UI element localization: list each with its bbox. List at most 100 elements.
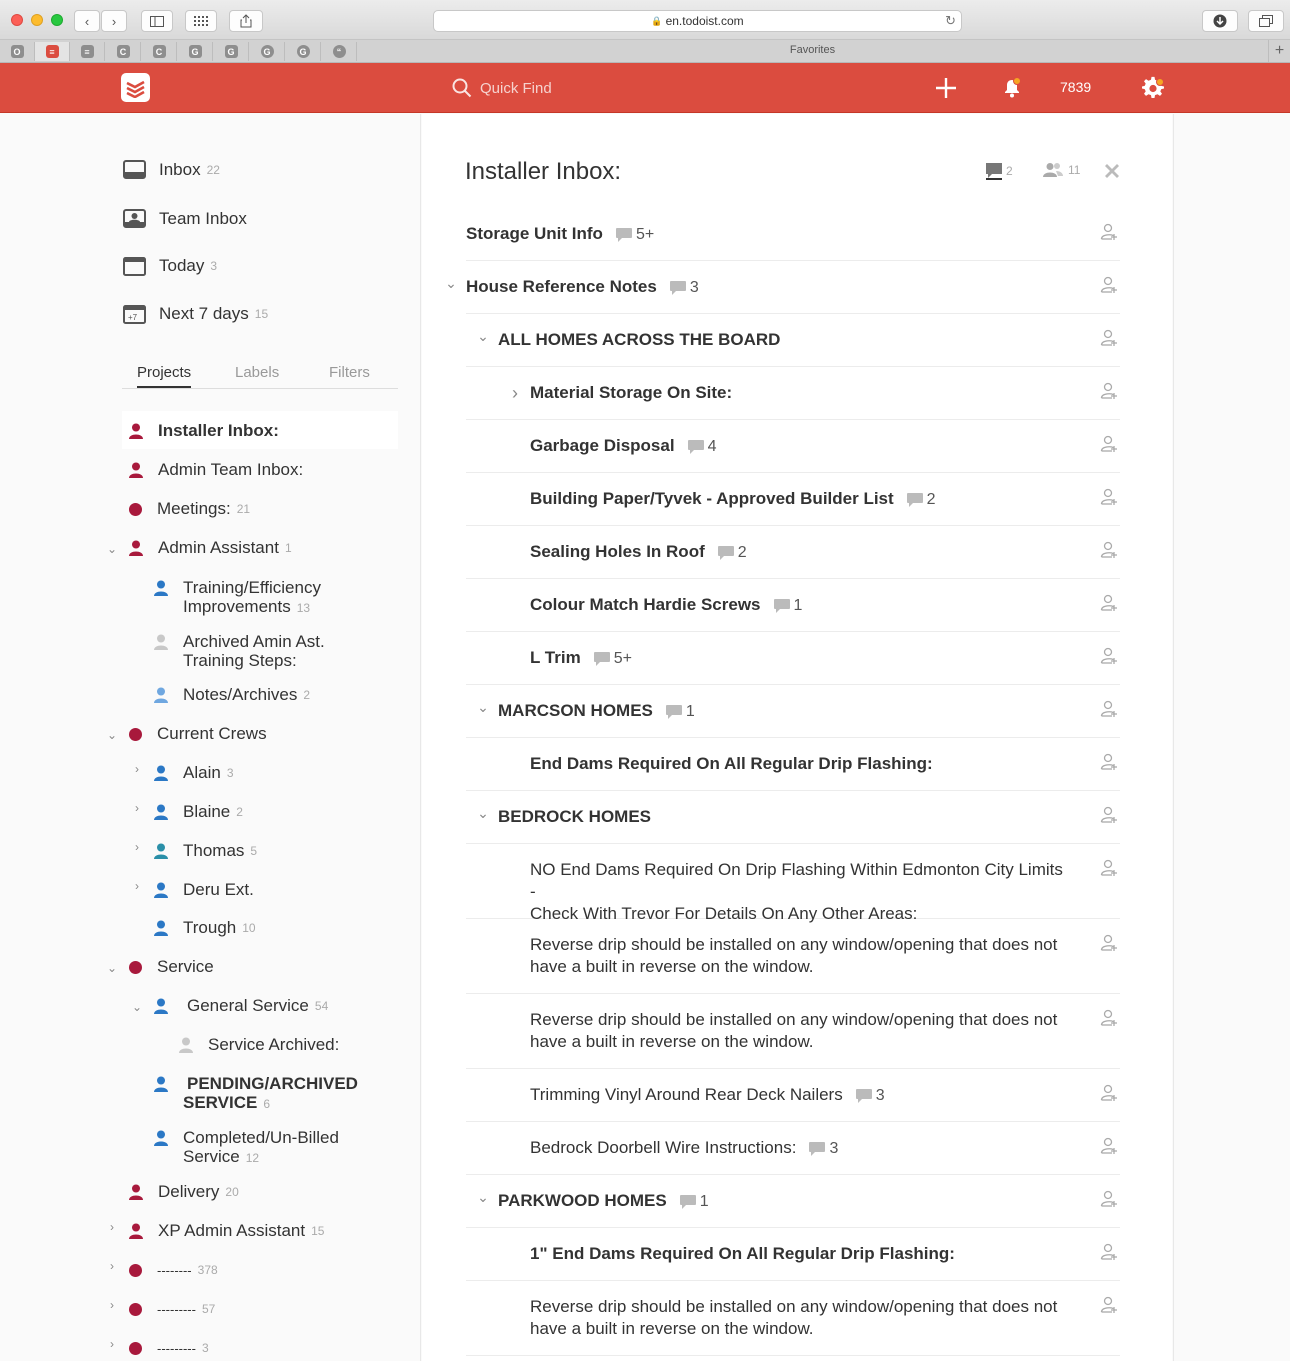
pinned-tab[interactable]: G (178, 42, 213, 61)
task-comments[interactable]: 3 (855, 1085, 885, 1107)
expand-chevron-icon[interactable]: › (131, 840, 143, 854)
task-row[interactable]: ⌄ PARKWOOD HOMES 1 (466, 1175, 1120, 1228)
forward-button[interactable]: › (101, 10, 127, 32)
task-content[interactable]: L Trim 5+ (530, 647, 1066, 670)
expand-chevron-icon[interactable]: › (131, 879, 143, 893)
assign-button[interactable] (1100, 488, 1118, 506)
assign-button[interactable] (1100, 700, 1118, 718)
nav-today[interactable]: Today 3 (122, 251, 217, 281)
project-separator-3[interactable]: --------- 3 (128, 1336, 209, 1360)
reload-icon[interactable]: ↻ (945, 13, 956, 29)
task-content[interactable]: PARKWOOD HOMES 1 (498, 1190, 1066, 1213)
task-row[interactable]: Reverse drip should be installed on any … (466, 919, 1120, 994)
task-row[interactable]: Colour Match Hardie Screws 1 (466, 579, 1120, 632)
nav-inbox[interactable]: Inbox 22 (122, 155, 220, 185)
project-archived-amin[interactable]: Archived Amin Ast. Training Steps: (153, 632, 325, 670)
collapse-chevron-icon[interactable]: ⌄ (106, 542, 118, 556)
pinned-tab[interactable]: O (0, 42, 35, 61)
task-content[interactable]: Reverse drip should be installed on any … (530, 1009, 1066, 1053)
task-row[interactable]: NO End Dams Required On Drip Flashing Wi… (466, 844, 1120, 923)
project-current-crews[interactable]: Current Crews (128, 722, 267, 746)
task-content[interactable]: Building Paper/Tyvek - Approved Builder … (530, 488, 1066, 511)
assign-button[interactable] (1100, 934, 1118, 952)
task-row[interactable]: L Trim 5+ (466, 632, 1120, 685)
sidebar-toggle-button[interactable] (141, 10, 173, 32)
project-service[interactable]: Service (128, 955, 214, 979)
task-row[interactable]: ⌄ ALL HOMES ACROSS THE BOARD (466, 314, 1120, 367)
task-row[interactable]: ⌄ BEDROCK HOMES (466, 791, 1120, 844)
task-content[interactable]: ALL HOMES ACROSS THE BOARD (498, 329, 1066, 351)
expand-chevron-icon[interactable]: › (106, 1337, 118, 1351)
task-comments[interactable]: 2 (717, 542, 747, 564)
task-row[interactable]: Reverse drip should be installed on any … (466, 1281, 1120, 1356)
pinned-tab-todoist[interactable]: ≡ (35, 42, 70, 61)
project-thomas[interactable]: Thomas 5 (153, 839, 257, 863)
project-xp-admin-assistant[interactable]: XP Admin Assistant 15 (128, 1219, 324, 1243)
project-blaine[interactable]: Blaine 2 (153, 800, 243, 824)
project-notes-archives[interactable]: Notes/Archives 2 (153, 683, 310, 707)
project-delivery[interactable]: Delivery 20 (128, 1180, 239, 1204)
collapse-chevron-icon[interactable]: ⌄ (476, 805, 490, 822)
pinned-tab[interactable]: ≡ (70, 42, 105, 61)
expand-chevron-icon[interactable]: › (106, 1298, 118, 1312)
address-bar[interactable]: 🔒 en.todoist.com ↻ (433, 10, 962, 32)
task-content[interactable]: MARCSON HOMES 1 (498, 700, 1066, 723)
pinned-tab[interactable]: C (142, 42, 177, 61)
assign-button[interactable] (1100, 1137, 1118, 1155)
expand-chevron-icon[interactable]: › (131, 762, 143, 776)
task-row[interactable]: End Dams Required On All Regular Drip Fl… (466, 738, 1120, 791)
assign-button[interactable] (1100, 1243, 1118, 1261)
task-comments[interactable]: 4 (687, 436, 716, 458)
pinned-tab[interactable]: “ (322, 42, 357, 61)
assign-button[interactable] (1100, 435, 1118, 453)
assign-button[interactable] (1100, 223, 1118, 241)
assign-button[interactable] (1100, 1190, 1118, 1208)
assign-button[interactable] (1100, 1009, 1118, 1027)
project-alain[interactable]: Alain 3 (153, 761, 234, 785)
task-comments[interactable]: 1 (679, 1191, 709, 1213)
pinned-tab[interactable]: G (214, 42, 249, 61)
task-comments[interactable]: 3 (669, 277, 699, 299)
project-options-button[interactable] (1103, 162, 1121, 180)
tab-labels[interactable]: Labels (235, 364, 279, 381)
task-content[interactable]: NO End Dams Required On Drip Flashing Wi… (530, 859, 1066, 925)
collapse-chevron-icon[interactable]: ⌄ (476, 699, 490, 716)
task-comments[interactable]: 5+ (593, 648, 632, 670)
notifications-button[interactable] (1000, 76, 1024, 100)
assign-button[interactable] (1100, 1296, 1118, 1314)
project-admin-team-inbox[interactable]: Admin Team Inbox: (128, 458, 303, 482)
task-row[interactable]: › Material Storage On Site: (466, 367, 1120, 420)
task-content[interactable]: Reverse drip should be installed on any … (530, 934, 1066, 978)
quick-add-button[interactable] (934, 76, 958, 100)
share-project-button[interactable]: 11 (1042, 162, 1080, 178)
assign-button[interactable] (1100, 382, 1118, 400)
settings-button[interactable] (1141, 76, 1165, 100)
project-service-archived[interactable]: Service Archived: (178, 1033, 339, 1057)
project-training-efficiency[interactable]: Training/Efficiency Improvements 13 (153, 578, 321, 618)
share-button[interactable] (229, 10, 263, 32)
expand-chevron-icon[interactable]: › (106, 1259, 118, 1273)
task-content[interactable]: Trimming Vinyl Around Rear Deck Nailers 3 (530, 1084, 1066, 1107)
collapse-chevron-icon[interactable]: ⌄ (444, 275, 458, 292)
task-content[interactable]: Garbage Disposal 4 (530, 435, 1066, 458)
project-installer-inbox[interactable]: Installer Inbox: (128, 419, 279, 443)
assign-button[interactable] (1100, 594, 1118, 612)
collapse-chevron-icon[interactable]: ⌄ (131, 1000, 143, 1014)
task-content[interactable]: BEDROCK HOMES (498, 806, 1066, 828)
task-content[interactable]: Storage Unit Info 5+ (466, 223, 1066, 246)
nav-team-inbox[interactable]: Team Inbox (122, 204, 247, 234)
project-admin-assistant[interactable]: Admin Assistant 1 (128, 536, 292, 560)
task-content[interactable]: Reverse drip should be installed on any … (530, 1296, 1066, 1340)
tab-projects[interactable]: Projects (137, 364, 192, 388)
task-content[interactable]: Material Storage On Site: (530, 382, 1066, 404)
task-row[interactable]: Sealing Holes In Roof 2 (466, 526, 1120, 579)
todoist-logo[interactable] (121, 73, 150, 102)
task-row[interactable]: Reverse drip should be installed on any … (466, 994, 1120, 1069)
close-window-button[interactable] (11, 14, 23, 26)
karma-score[interactable]: 7839 (1060, 79, 1091, 95)
project-completed-unbilled[interactable]: Completed/Un-Billed Service 12 (153, 1128, 339, 1168)
assign-button[interactable] (1100, 806, 1118, 824)
project-separator-2[interactable]: --------- 57 (128, 1297, 215, 1321)
task-content[interactable]: Bedrock Doorbell Wire Instructions: 3 (530, 1137, 1066, 1160)
task-comments[interactable]: 3 (808, 1138, 838, 1160)
